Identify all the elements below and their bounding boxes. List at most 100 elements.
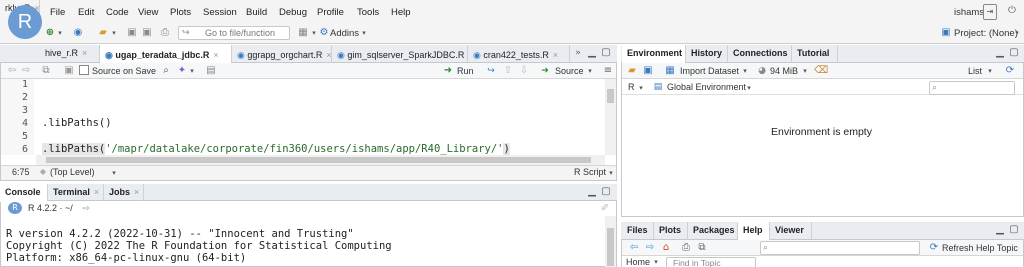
minimize-icon[interactable]: ▁ bbox=[586, 185, 598, 199]
menu-session[interactable]: Session bbox=[203, 7, 237, 18]
sign-out-icon[interactable]: ⇥ bbox=[983, 4, 997, 20]
chevron-down-icon[interactable]: ▾ bbox=[652, 257, 660, 267]
go-to-directory-icon[interactable]: ⇨ bbox=[80, 202, 92, 216]
clear-console-icon[interactable]: ✐ bbox=[598, 202, 612, 216]
help-home-selector[interactable]: Home bbox=[626, 257, 650, 267]
source-button[interactable]: Source bbox=[555, 66, 584, 76]
tab-packages[interactable]: Packages bbox=[688, 222, 738, 239]
chevron-down-icon[interactable]: ▾ bbox=[586, 64, 594, 78]
tab-gim-sqlserver[interactable]: ◉ gim_sqlserver_SparkJDBC.R× bbox=[332, 45, 468, 62]
tab-history[interactable]: History bbox=[686, 45, 728, 62]
goto-file-input[interactable]: ↪ Go to file/function bbox=[178, 26, 290, 40]
environment-search-input[interactable]: ⌕ bbox=[929, 81, 1015, 95]
menu-debug[interactable]: Debug bbox=[279, 7, 307, 18]
grid-icon[interactable]: ▦ bbox=[296, 26, 310, 40]
chevron-down-icon[interactable]: ▾ bbox=[741, 64, 749, 78]
list-view-selector[interactable]: List bbox=[968, 66, 982, 76]
compile-report-icon[interactable]: ▤ bbox=[205, 64, 217, 78]
tab-console[interactable]: Console bbox=[0, 184, 48, 202]
up-arrow-icon[interactable]: ⇧ bbox=[502, 64, 514, 78]
environment-scope-selector[interactable]: Global Environment bbox=[667, 82, 746, 92]
tab-files[interactable]: Files bbox=[622, 222, 654, 239]
maximize-icon[interactable]: ▢ bbox=[1008, 46, 1020, 60]
back-arrow-icon[interactable]: ⇦ bbox=[628, 241, 640, 255]
tab-ggrapg-orgchart[interactable]: ◉ ggrapg_orgchart.R × bbox=[232, 45, 332, 62]
maximize-icon[interactable]: ▢ bbox=[600, 185, 612, 199]
forward-arrow-icon[interactable]: ⇨ bbox=[644, 241, 656, 255]
file-type-selector[interactable]: R Script bbox=[574, 167, 606, 177]
chevron-down-icon[interactable]: ▾ bbox=[188, 64, 196, 78]
tab-plots[interactable]: Plots bbox=[654, 222, 688, 239]
tab-jobs[interactable]: Jobs × bbox=[104, 184, 144, 201]
memory-usage[interactable]: 94 MiB bbox=[770, 66, 798, 76]
minimize-icon[interactable]: ▁ bbox=[586, 46, 598, 60]
menu-tools[interactable]: Tools bbox=[357, 7, 379, 18]
menu-view[interactable]: View bbox=[138, 7, 158, 18]
tab-viewer[interactable]: Viewer bbox=[770, 222, 812, 239]
magic-wand-icon[interactable]: ✦ bbox=[176, 64, 188, 78]
scope-selector[interactable]: (Top Level) bbox=[50, 167, 95, 177]
new-project-icon[interactable]: ◉ bbox=[70, 26, 86, 40]
run-button[interactable]: Run bbox=[457, 66, 474, 76]
chevron-down-icon[interactable]: ▾ bbox=[310, 26, 318, 40]
refresh-icon[interactable]: ⟳ bbox=[1003, 64, 1017, 78]
source-on-save-checkbox[interactable] bbox=[79, 65, 89, 75]
project-menu[interactable]: Project: (None) bbox=[954, 28, 1018, 39]
broom-icon[interactable]: ⌫ bbox=[814, 64, 828, 78]
editor-hscrollbar[interactable] bbox=[36, 155, 605, 165]
chevron-down-icon[interactable]: ▾ bbox=[110, 166, 118, 180]
print-icon[interactable]: ⎙ bbox=[680, 241, 692, 255]
language-selector[interactable]: R bbox=[628, 82, 635, 92]
chevron-down-icon[interactable]: ▾ bbox=[745, 81, 753, 95]
refresh-help-button[interactable]: Refresh Help Topic bbox=[942, 243, 1018, 253]
menu-help[interactable]: Help bbox=[391, 7, 411, 18]
show-in-window-icon[interactable]: ⧉ bbox=[40, 64, 52, 78]
minimize-icon[interactable]: ▁ bbox=[994, 223, 1006, 237]
outline-icon[interactable]: ≡ bbox=[602, 64, 614, 78]
more-tabs-icon[interactable]: » bbox=[572, 46, 584, 60]
chevron-down-icon[interactable]: ▾ bbox=[637, 81, 645, 95]
rerun-icon[interactable]: ↪ bbox=[484, 64, 498, 78]
save-icon[interactable]: ▣ bbox=[126, 26, 138, 40]
open-folder-icon[interactable]: ▰ bbox=[96, 26, 110, 40]
chevron-down-icon[interactable]: ▾ bbox=[1013, 26, 1021, 40]
menu-edit[interactable]: Edit bbox=[78, 7, 94, 18]
open-folder-icon[interactable]: ▰ bbox=[626, 64, 638, 78]
tab-terminal[interactable]: Terminal × bbox=[48, 184, 104, 201]
import-dataset-button[interactable]: Import Dataset bbox=[680, 66, 739, 76]
new-file-icon[interactable]: ⊕ bbox=[44, 26, 56, 40]
forward-arrow-icon[interactable]: ⇨ bbox=[20, 64, 32, 78]
show-in-window-icon[interactable]: ⧉ bbox=[696, 241, 708, 255]
tab-connections[interactable]: Connections bbox=[728, 45, 792, 62]
menu-build[interactable]: Build bbox=[246, 7, 267, 18]
tab-tutorial[interactable]: Tutorial bbox=[792, 45, 838, 62]
maximize-icon[interactable]: ▢ bbox=[600, 46, 612, 60]
print-icon[interactable]: ⎙ bbox=[158, 26, 172, 40]
addins-button[interactable]: Addins bbox=[330, 28, 359, 39]
chevron-down-icon[interactable]: ▾ bbox=[360, 26, 368, 40]
tab-hive[interactable]: hive_r.R × bbox=[40, 45, 100, 62]
menu-plots[interactable]: Plots bbox=[170, 7, 191, 18]
tab-cran422-tests[interactable]: ◉ cran422_tests.R × bbox=[468, 45, 570, 62]
chevron-down-icon[interactable]: ▾ bbox=[607, 166, 615, 180]
save-icon[interactable]: ▣ bbox=[63, 64, 75, 78]
chevron-down-icon[interactable]: ▾ bbox=[56, 26, 64, 40]
chevron-down-icon[interactable]: ▾ bbox=[986, 64, 994, 78]
console-scrollbar[interactable] bbox=[605, 216, 616, 267]
minimize-icon[interactable]: ▁ bbox=[994, 46, 1006, 60]
save-all-icon[interactable]: ▣ bbox=[140, 26, 154, 40]
menu-profile[interactable]: Profile bbox=[317, 7, 344, 18]
save-icon[interactable]: ▣ bbox=[642, 64, 654, 78]
tab-ugap-teradata[interactable]: ◉ ugap_teradata_jdbc.R × bbox=[100, 45, 232, 63]
tab-help[interactable]: Help bbox=[738, 222, 770, 240]
editor-vscrollbar[interactable] bbox=[605, 79, 616, 155]
chevron-down-icon[interactable]: ▾ bbox=[801, 64, 809, 78]
menu-code[interactable]: Code bbox=[106, 7, 129, 18]
find-in-topic-input[interactable]: Find in Topic bbox=[666, 257, 756, 267]
help-search-input[interactable]: ⌕ bbox=[760, 241, 920, 255]
menu-file[interactable]: File bbox=[50, 7, 65, 18]
tab-environment[interactable]: Environment bbox=[622, 45, 686, 63]
chevron-down-icon[interactable]: ▾ bbox=[110, 26, 118, 40]
home-icon[interactable]: ⌂ bbox=[660, 241, 672, 255]
maximize-icon[interactable]: ▢ bbox=[1008, 223, 1020, 237]
